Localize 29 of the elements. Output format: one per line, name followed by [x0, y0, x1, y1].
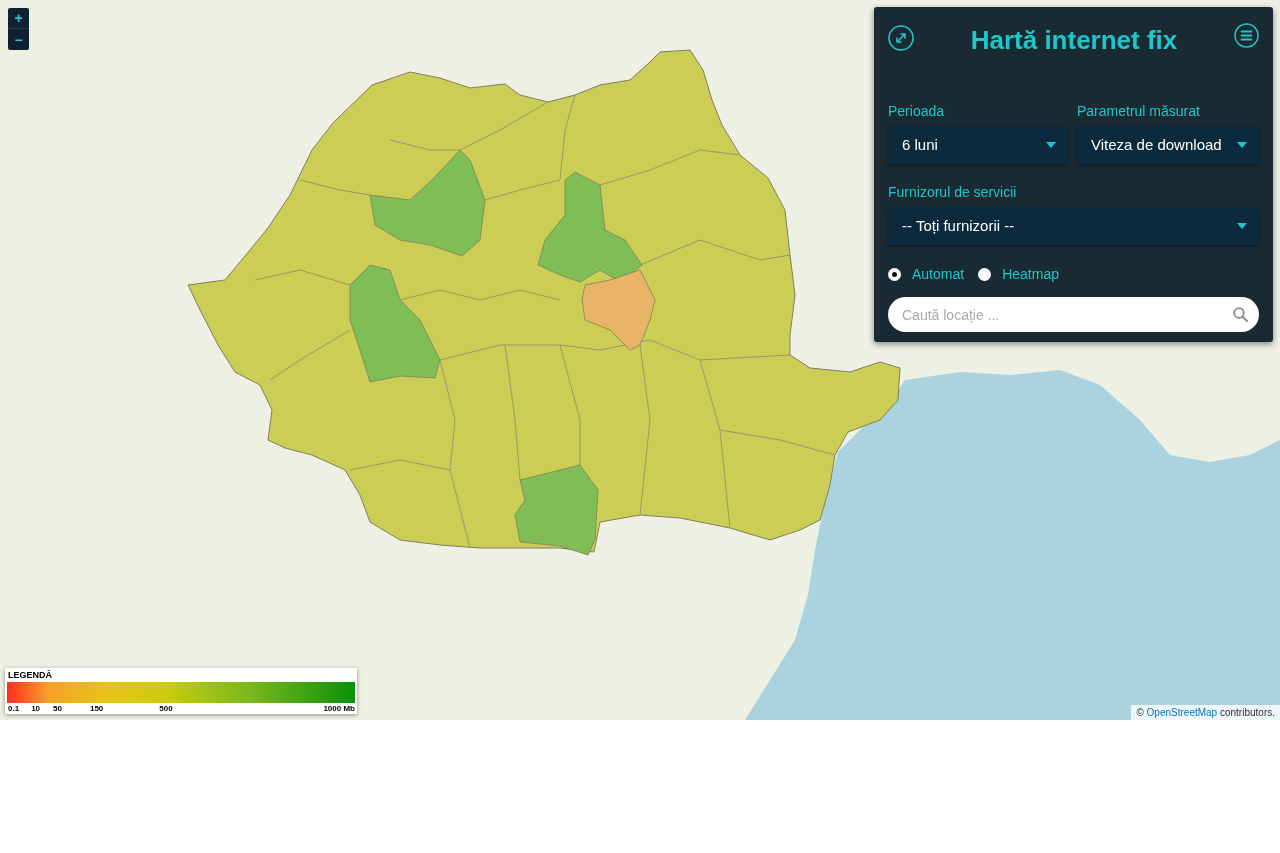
radio-button[interactable] — [888, 267, 901, 281]
radio-label[interactable]: Automat — [912, 264, 965, 284]
legend-title: LEGENDĂ — [7, 670, 53, 681]
caret-down-icon — [1237, 142, 1247, 148]
zoom-out-button[interactable]: − — [8, 29, 29, 50]
expand-icon[interactable] — [888, 25, 914, 51]
menu-icon[interactable] — [1234, 23, 1259, 48]
field-label: Furnizorul de servicii — [888, 183, 1018, 202]
caret-down-icon — [1046, 142, 1056, 148]
zoom-in-button[interactable]: + — [8, 8, 29, 29]
legend-tick-label: 0.1 — [8, 704, 20, 714]
radio-button[interactable] — [978, 267, 992, 281]
legend-tick-label: 10 — [31, 704, 41, 714]
panel-title: Hartă internet fix — [970, 25, 1178, 55]
caret-down-icon — [1237, 223, 1247, 229]
legend-tick-label: 50 — [53, 704, 62, 714]
search-field[interactable]: Caută locație ... — [888, 297, 1259, 332]
select-dropdown[interactable]: Viteza de download — [1077, 126, 1259, 164]
select-dropdown[interactable]: -- Toți furnizorii -- — [888, 207, 1259, 245]
radio-label[interactable]: Heatmap — [1002, 264, 1059, 284]
search-icon[interactable] — [1233, 307, 1248, 322]
select-dropdown[interactable]: 6 luni — [888, 126, 1068, 164]
legend-tick-label: 500 — [159, 704, 173, 714]
field-label: Perioada — [888, 102, 946, 121]
attribution-text: © OpenStreetMap contributors. — [1136, 706, 1275, 719]
field-label: Parametrul măsurat — [1077, 102, 1201, 121]
legend-tick-label: 1000 Mb — [323, 704, 355, 714]
legend-tick-label: 150 — [89, 704, 104, 714]
openstreetmap-link[interactable]: OpenStreetMap — [1146, 707, 1218, 718]
